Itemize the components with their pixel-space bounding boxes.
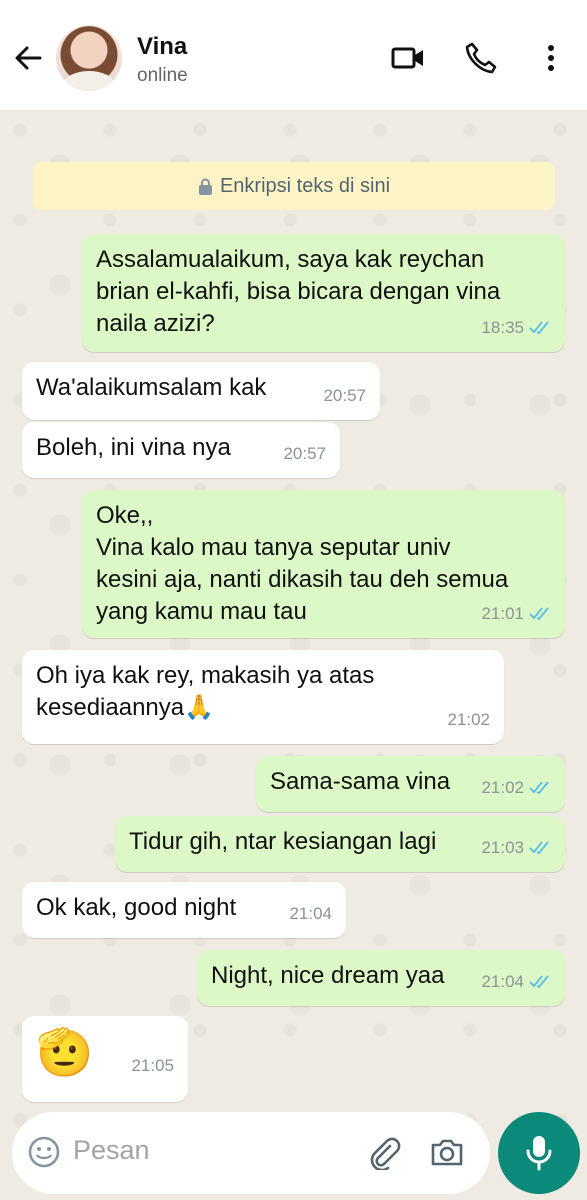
message-text: Ok kak, good night [36,894,237,921]
message-time-row: 20:57 [283,438,326,470]
message-time-row: 21:05 [131,1038,174,1094]
message-time: 21:04 [289,904,332,923]
message-time: 21:01 [481,604,524,623]
message-outgoing[interactable]: Oke,, Vina kalo mau tanya seputar univ k… [82,490,565,638]
message-time-row: 21:02 [447,704,490,736]
read-ticks-icon [529,781,549,795]
message-incoming[interactable]: Ok kak, good night 21:04 [22,882,346,938]
message-outgoing[interactable]: Sama-sama vina 21:02 [256,756,565,812]
message-incoming-emoji[interactable]: 🫡 21:05 [22,1016,188,1102]
phone-icon[interactable] [463,40,499,76]
read-ticks-icon [529,841,549,855]
chat-header: Vina online [0,0,587,110]
mic-icon [526,1136,552,1171]
message-time: 21:03 [481,838,524,857]
menu-dots-icon[interactable] [533,40,569,76]
contact-name[interactable]: Vina [137,33,187,61]
message-text: Oh iya kak rey, makasih ya atas kesediaa… [36,662,375,721]
avatar[interactable] [56,25,122,91]
read-ticks-icon [529,975,549,989]
message-input[interactable]: Pesan [73,1135,150,1166]
message-incoming[interactable]: Wa'alaikumsalam kak 20:57 [22,362,380,420]
message-time: 18:35 [481,318,524,337]
message-time-row: 21:04 [481,966,553,998]
message-time-row: 18:35 [481,312,553,344]
message-time: 21:02 [481,778,524,797]
message-time: 21:02 [447,710,490,729]
encryption-notice[interactable]: Enkripsi teks di sini [33,162,555,210]
message-text: Wa'alaikumsalam kak [36,374,267,401]
message-outgoing[interactable]: Assalamualaikum, saya kak reychan brian … [82,234,565,352]
encryption-text: Enkripsi teks di sini [219,174,391,197]
read-ticks-icon [529,321,549,335]
message-incoming[interactable]: Boleh, ini vina nya 20:57 [22,422,340,478]
back-arrow-icon[interactable] [10,40,46,76]
message-time: 21:04 [481,972,524,991]
message-outgoing[interactable]: Tidur gih, ntar kesiangan lagi 21:03 [115,816,565,872]
message-time: 20:57 [283,444,326,463]
message-outgoing[interactable]: Night, nice dream yaa 21:04 [197,950,565,1006]
video-call-icon[interactable] [390,40,426,76]
message-time-row: 21:04 [289,898,332,930]
lock-icon [198,178,212,195]
message-incoming[interactable]: Oh iya kak rey, makasih ya atas kesediaa… [22,650,504,744]
message-time: 20:57 [323,386,366,405]
message-time-row: 20:57 [323,380,366,412]
read-ticks-icon [529,607,549,621]
mic-button[interactable] [498,1112,580,1194]
message-time-row: 21:02 [481,772,553,804]
message-time: 21:05 [131,1056,174,1075]
emoji-icon[interactable] [27,1135,61,1169]
camera-icon[interactable] [429,1134,465,1170]
contact-status: online [137,65,188,86]
message-time-row: 21:01 [481,598,553,630]
attach-icon[interactable] [366,1134,402,1170]
message-time-row: 21:03 [481,832,553,864]
